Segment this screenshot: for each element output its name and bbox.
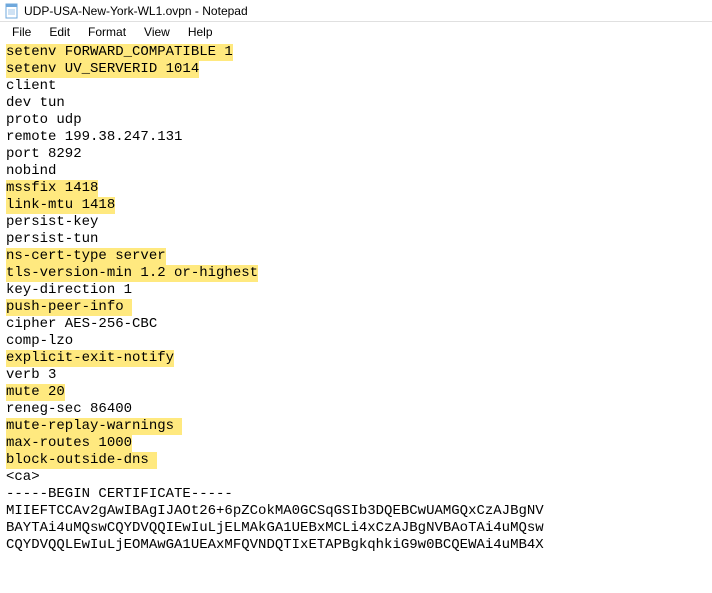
text-line: nobind bbox=[6, 163, 706, 180]
menu-edit[interactable]: Edit bbox=[41, 23, 78, 41]
highlighted-text: mute-replay-warnings bbox=[6, 418, 182, 435]
text-line: block-outside-dns bbox=[6, 452, 706, 469]
text-line: dev tun bbox=[6, 95, 706, 112]
text-line: <ca> bbox=[6, 469, 706, 486]
text-line: proto udp bbox=[6, 112, 706, 129]
text-line: push-peer-info bbox=[6, 299, 706, 316]
menu-help[interactable]: Help bbox=[180, 23, 221, 41]
text-line: cipher AES-256-CBC bbox=[6, 316, 706, 333]
highlighted-text: max-routes 1000 bbox=[6, 435, 132, 452]
text-line: tls-version-min 1.2 or-highest bbox=[6, 265, 706, 282]
text-editor-area[interactable]: setenv FORWARD_COMPATIBLE 1setenv UV_SER… bbox=[0, 42, 712, 560]
highlighted-text: push-peer-info bbox=[6, 299, 132, 316]
text-line: setenv FORWARD_COMPATIBLE 1 bbox=[6, 44, 706, 61]
highlighted-text: ns-cert-type server bbox=[6, 248, 166, 265]
text-line: ns-cert-type server bbox=[6, 248, 706, 265]
menu-format[interactable]: Format bbox=[80, 23, 134, 41]
text-line: remote 199.38.247.131 bbox=[6, 129, 706, 146]
text-line: comp-lzo bbox=[6, 333, 706, 350]
highlighted-text: setenv FORWARD_COMPATIBLE 1 bbox=[6, 44, 233, 61]
text-line: mute 20 bbox=[6, 384, 706, 401]
notepad-icon bbox=[4, 3, 20, 19]
highlighted-text: mute 20 bbox=[6, 384, 65, 401]
menu-file[interactable]: File bbox=[4, 23, 39, 41]
text-line: mute-replay-warnings bbox=[6, 418, 706, 435]
window-title: UDP-USA-New-York-WL1.ovpn - Notepad bbox=[24, 4, 248, 18]
highlighted-text: block-outside-dns bbox=[6, 452, 157, 469]
menu-view[interactable]: View bbox=[136, 23, 178, 41]
highlighted-text: link-mtu 1418 bbox=[6, 197, 115, 214]
text-line: link-mtu 1418 bbox=[6, 197, 706, 214]
text-line: mssfix 1418 bbox=[6, 180, 706, 197]
text-line: key-direction 1 bbox=[6, 282, 706, 299]
menu-bar: File Edit Format View Help bbox=[0, 22, 712, 42]
text-line: CQYDVQQLEwIuLjEOMAwGA1UEAxMFQVNDQTIxETAP… bbox=[6, 537, 706, 554]
text-line: max-routes 1000 bbox=[6, 435, 706, 452]
highlighted-text: setenv UV_SERVERID 1014 bbox=[6, 61, 199, 78]
text-line: port 8292 bbox=[6, 146, 706, 163]
title-bar: UDP-USA-New-York-WL1.ovpn - Notepad bbox=[0, 0, 712, 22]
text-line: persist-tun bbox=[6, 231, 706, 248]
highlighted-text: tls-version-min 1.2 or-highest bbox=[6, 265, 258, 282]
text-line: persist-key bbox=[6, 214, 706, 231]
text-line: MIIEFTCCAv2gAwIBAgIJAOt26+6pZCokMA0GCSqG… bbox=[6, 503, 706, 520]
text-line: -----BEGIN CERTIFICATE----- bbox=[6, 486, 706, 503]
text-line: reneg-sec 86400 bbox=[6, 401, 706, 418]
text-line: BAYTAi4uMQswCQYDVQQIEwIuLjELMAkGA1UEBxMC… bbox=[6, 520, 706, 537]
text-line: explicit-exit-notify bbox=[6, 350, 706, 367]
highlighted-text: mssfix 1418 bbox=[6, 180, 98, 197]
text-line: verb 3 bbox=[6, 367, 706, 384]
highlighted-text: explicit-exit-notify bbox=[6, 350, 174, 367]
text-line: client bbox=[6, 78, 706, 95]
text-line: setenv UV_SERVERID 1014 bbox=[6, 61, 706, 78]
